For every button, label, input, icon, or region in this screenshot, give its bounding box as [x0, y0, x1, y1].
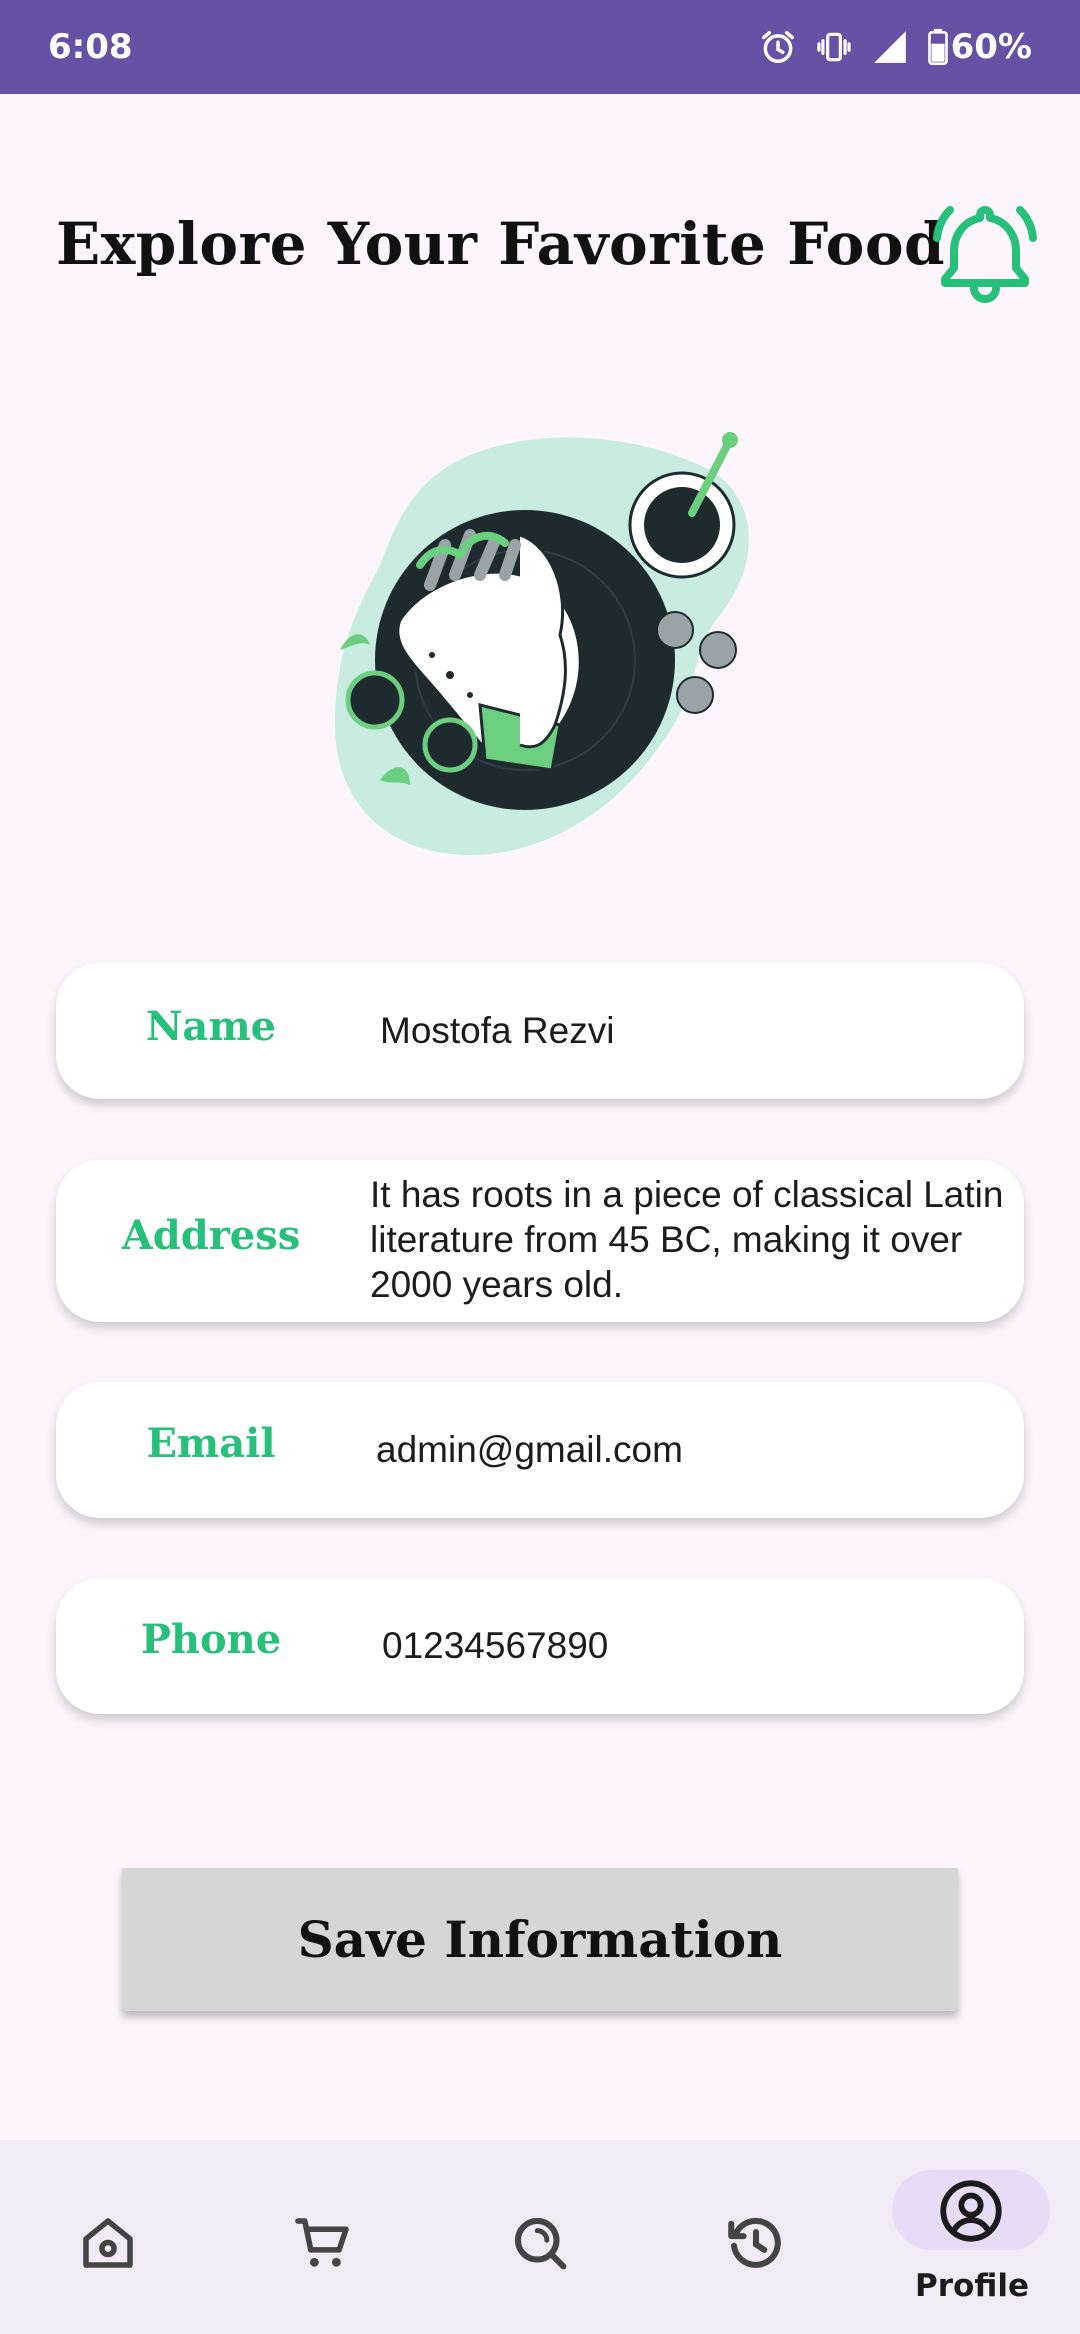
address-label: Address: [121, 1212, 301, 1259]
alarm-icon: [761, 31, 794, 63]
food-wrap-illustration: [320, 425, 760, 865]
email-label: Email: [146, 1420, 276, 1467]
email-field-card[interactable]: Email admin@gmail.com: [56, 1382, 1024, 1518]
email-field[interactable]: admin@gmail.com: [376, 1427, 683, 1472]
search-icon: [514, 2217, 567, 2270]
name-field[interactable]: Mostofa Rezvi: [380, 1008, 614, 1053]
home-icon: [83, 2218, 133, 2268]
cart-icon: [295, 2218, 349, 2267]
nav-home[interactable]: [40, 2140, 176, 2334]
phone-label: Phone: [140, 1616, 282, 1663]
battery-indicator: 60%: [927, 27, 1032, 67]
save-information-button[interactable]: Save Information: [122, 1868, 958, 2011]
address-field[interactable]: It has roots in a piece of classical Lat…: [370, 1172, 1003, 1307]
address-line: 2000 years old.: [370, 1264, 624, 1305]
nav-search[interactable]: [472, 2140, 608, 2334]
food-illustration-svg: [335, 432, 749, 855]
bottom-navigation: Profile: [0, 2140, 1080, 2334]
status-bar: 6:08 60%: [0, 0, 1080, 94]
name-label: Name: [145, 1003, 277, 1050]
phone-field-card[interactable]: Phone 01234567890: [56, 1578, 1024, 1714]
address-field-card[interactable]: Address It has roots in a piece of class…: [56, 1160, 1024, 1322]
status-time: 6:08: [48, 27, 133, 67]
battery-percent: 60%: [950, 27, 1032, 67]
nav-history[interactable]: [688, 2140, 824, 2334]
bell-icon: [933, 206, 1037, 303]
nav-cart[interactable]: [256, 2140, 392, 2334]
status-icons: 60%: [759, 27, 1032, 67]
name-field-card[interactable]: Name Mostofa Rezvi: [56, 963, 1024, 1099]
address-line: It has roots in a piece of classical Lat…: [370, 1174, 1004, 1215]
nav-profile[interactable]: Profile: [880, 2140, 1064, 2334]
address-line: literature from 45 BC, making it over: [370, 1219, 963, 1260]
notification-button[interactable]: [930, 196, 1040, 308]
history-icon: [728, 2217, 781, 2268]
phone-field[interactable]: 01234567890: [382, 1623, 608, 1668]
nav-profile-label: Profile: [915, 2268, 1029, 2304]
battery-icon: [927, 29, 948, 65]
page-title: Explore Your Favorite Food: [56, 210, 946, 278]
profile-icon: [940, 2180, 1002, 2242]
signal-icon: [873, 31, 906, 63]
vibrate-icon: [816, 32, 851, 62]
